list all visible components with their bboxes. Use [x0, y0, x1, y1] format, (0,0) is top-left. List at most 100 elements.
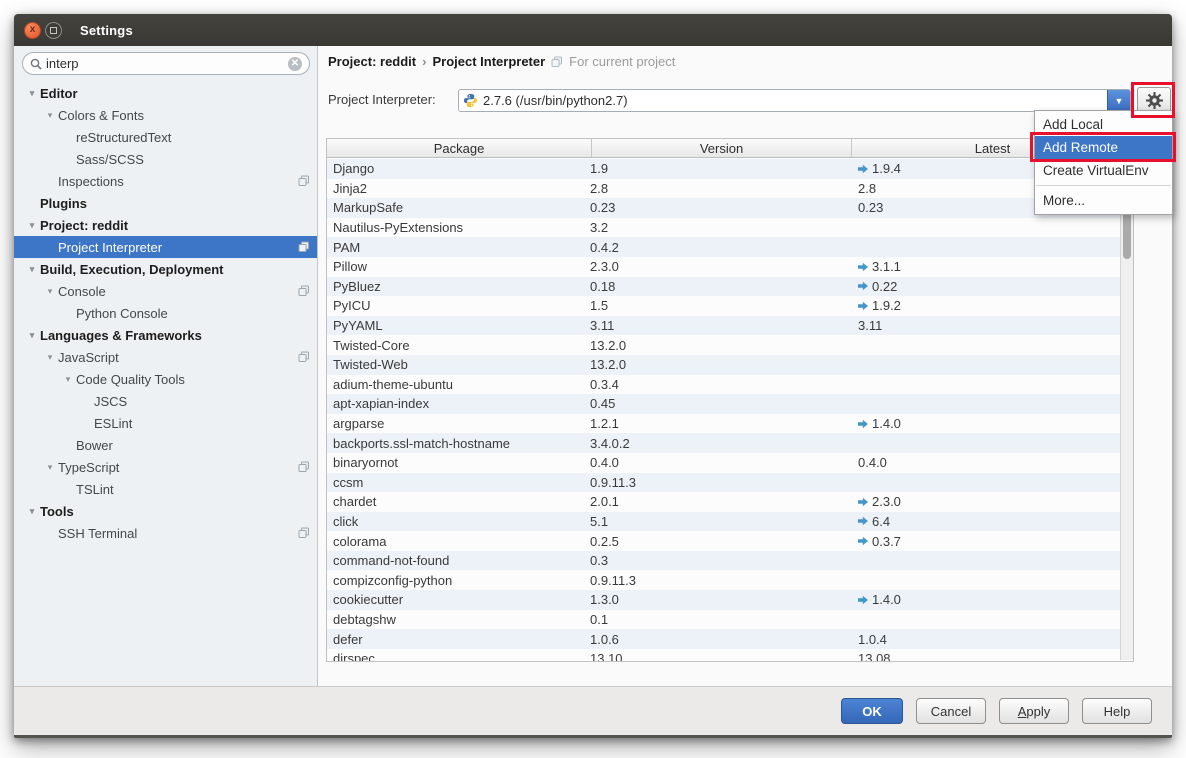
sidebar-item-languages-frameworks[interactable]: ▾Languages & Frameworks [14, 324, 317, 346]
menu-item-more-[interactable]: More... [1035, 189, 1172, 212]
copy-icon [298, 351, 310, 366]
sidebar-item-tslint[interactable]: TSLint [14, 478, 317, 500]
sidebar-item-console[interactable]: ▾Console [14, 280, 317, 302]
table-row[interactable]: defer1.0.61.0.4 [327, 629, 1133, 649]
sidebar-item-jscs[interactable]: JSCS [14, 390, 317, 412]
expand-arrow-icon[interactable]: ▾ [24, 88, 40, 99]
package-latest: 2.3.0 [858, 494, 1133, 509]
sidebar-item-restructuredtext[interactable]: reStructuredText [14, 126, 317, 148]
sidebar-item-inspections[interactable]: Inspections [14, 170, 317, 192]
table-row[interactable]: Twisted-Core13.2.0 [327, 335, 1133, 355]
table-row[interactable]: binaryornot0.4.00.4.0 [327, 453, 1133, 473]
sidebar-item-typescript[interactable]: ▾TypeScript [14, 456, 317, 478]
table-row[interactable]: adium-theme-ubuntu0.3.4 [327, 375, 1133, 395]
sidebar-item-javascript[interactable]: ▾JavaScript [14, 346, 317, 368]
table-row[interactable]: cookiecutter1.3.01.4.0 [327, 590, 1133, 610]
copy-icon [298, 285, 310, 300]
copy-icon [298, 527, 310, 542]
chevron-down-icon[interactable]: ▼ [1107, 90, 1130, 111]
table-row[interactable]: chardet2.0.12.3.0 [327, 492, 1133, 512]
upgrade-arrow-icon [858, 497, 868, 507]
apply-button[interactable]: Apply [999, 698, 1069, 724]
packages-table: Package Version Latest Django1.91.9.4Jin… [326, 138, 1134, 662]
close-icon[interactable]: x [24, 22, 41, 39]
package-latest: 0.22 [858, 279, 1133, 294]
help-button[interactable]: Help [1082, 698, 1152, 724]
sidebar-item-sass-scss[interactable]: Sass/SCSS [14, 148, 317, 170]
column-header-package[interactable]: Package [327, 139, 592, 157]
expand-arrow-icon[interactable]: ▾ [24, 506, 40, 517]
content-pane: Project: reddit › Project Interpreter Fo… [319, 46, 1172, 686]
sidebar-item-python-console[interactable]: Python Console [14, 302, 317, 324]
expand-arrow-icon[interactable]: ▾ [24, 220, 40, 231]
table-row[interactable]: Pillow2.3.03.1.1 [327, 257, 1133, 277]
table-row[interactable]: dirspec13.1013.08 [327, 649, 1133, 661]
expand-arrow-icon[interactable]: ▾ [42, 352, 58, 363]
latest-version-text: 0.4.0 [858, 455, 887, 470]
table-row[interactable]: argparse1.2.11.4.0 [327, 414, 1133, 434]
package-name: dirspec [327, 651, 588, 661]
ok-button[interactable]: OK [841, 698, 903, 724]
sidebar-item-eslint[interactable]: ESLint [14, 412, 317, 434]
expand-arrow-icon[interactable]: ▾ [42, 462, 58, 473]
package-version: 3.4.0.2 [588, 436, 858, 451]
column-header-version[interactable]: Version [592, 139, 852, 157]
table-row[interactable]: debtagshw0.1 [327, 610, 1133, 630]
sidebar-item-editor[interactable]: ▾Editor [14, 82, 317, 104]
latest-version-text: 1.9.4 [872, 161, 901, 176]
package-latest: 0.4.0 [858, 455, 1133, 470]
expand-arrow-icon[interactable]: ▾ [24, 264, 40, 275]
sidebar-item-bower[interactable]: Bower [14, 434, 317, 456]
gear-icon [1146, 92, 1163, 109]
table-row[interactable]: Twisted-Web13.2.0 [327, 355, 1133, 375]
table-row[interactable]: PyICU1.51.9.2 [327, 296, 1133, 316]
table-row[interactable]: apt-xapian-index0.45 [327, 394, 1133, 414]
sidebar-item-label: ESLint [94, 416, 132, 431]
menu-item-add-remote[interactable]: Add Remote [1035, 136, 1172, 159]
expand-arrow-icon[interactable]: ▾ [24, 330, 40, 341]
table-row[interactable]: PAM0.4.2 [327, 237, 1133, 257]
maximize-icon[interactable] [45, 22, 62, 39]
titlebar: x Settings [14, 14, 1172, 46]
sidebar-item-tools[interactable]: ▾Tools [14, 500, 317, 522]
sidebar-item-label: JSCS [94, 394, 127, 409]
package-name: ccsm [327, 475, 588, 490]
vertical-scrollbar[interactable] [1120, 159, 1133, 660]
sidebar-item-plugins[interactable]: Plugins [14, 192, 317, 214]
interpreter-select[interactable]: 2.7.6 (/usr/bin/python2.7) ▼ [458, 89, 1131, 112]
table-row[interactable]: click5.16.4 [327, 512, 1133, 532]
table-row[interactable]: PyBluez0.180.22 [327, 277, 1133, 297]
sidebar-item-code-quality-tools[interactable]: ▾Code Quality Tools [14, 368, 317, 390]
table-row[interactable]: MarkupSafe0.230.23 [327, 198, 1133, 218]
menu-item-create-virtualenv[interactable]: Create VirtualEnv [1035, 159, 1172, 182]
expand-arrow-icon[interactable]: ▾ [42, 286, 58, 297]
expand-arrow-icon[interactable]: ▾ [60, 374, 76, 385]
sidebar-item-colors-fonts[interactable]: ▾Colors & Fonts [14, 104, 317, 126]
table-row[interactable]: backports.ssl-match-hostname3.4.0.2 [327, 433, 1133, 453]
package-latest: 13.08 [858, 651, 1133, 661]
search-input[interactable] [46, 56, 288, 71]
menu-item-add-local[interactable]: Add Local [1035, 113, 1172, 136]
cancel-button[interactable]: Cancel [916, 698, 986, 724]
table-row[interactable]: ccsm0.9.11.3 [327, 473, 1133, 493]
table-row[interactable]: Jinja22.82.8 [327, 179, 1133, 199]
table-row[interactable]: Django1.91.9.4 [327, 159, 1133, 179]
package-name: chardet [327, 494, 588, 509]
sidebar-item-project-reddit[interactable]: ▾Project: reddit [14, 214, 317, 236]
clear-search-icon[interactable]: ✕ [288, 57, 302, 71]
table-row[interactable]: PyYAML3.113.11 [327, 316, 1133, 336]
sidebar-item-label: Console [58, 284, 106, 299]
expand-arrow-icon[interactable]: ▾ [42, 110, 58, 121]
sidebar-item-build-execution-deployment[interactable]: ▾Build, Execution, Deployment [14, 258, 317, 280]
sidebar-item-ssh-terminal[interactable]: SSH Terminal [14, 522, 317, 544]
table-row[interactable]: Nautilus-PyExtensions3.2 [327, 218, 1133, 238]
settings-sidebar: ✕ ▾Editor▾Colors & FontsreStructuredText… [14, 46, 318, 686]
latest-version-text: 1.0.4 [858, 632, 887, 647]
search-box[interactable]: ✕ [22, 52, 310, 75]
package-latest: 3.1.1 [858, 259, 1133, 274]
table-row[interactable]: compizconfig-python0.9.11.3 [327, 570, 1133, 590]
table-row[interactable]: command-not-found0.3 [327, 551, 1133, 571]
table-row[interactable]: colorama0.2.50.3.7 [327, 531, 1133, 551]
sidebar-item-label: Bower [76, 438, 113, 453]
sidebar-item-project-interpreter[interactable]: Project Interpreter [14, 236, 317, 258]
